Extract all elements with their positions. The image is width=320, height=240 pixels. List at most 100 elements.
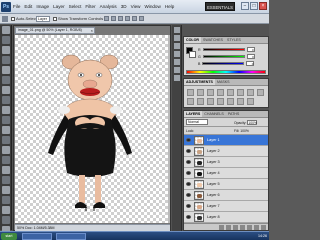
menu-edit[interactable]: Edit (24, 4, 32, 9)
visibility-eye-icon[interactable] (186, 171, 191, 175)
actions-panel-icon[interactable] (174, 35, 180, 41)
align-bottom-icon[interactable] (118, 16, 123, 21)
character-panel-icon[interactable] (174, 51, 180, 57)
history-panel-icon[interactable] (174, 27, 180, 33)
blue-value[interactable]: 0 (246, 61, 255, 66)
blue-slider[interactable] (202, 62, 245, 65)
tab-paths[interactable]: PATHS (226, 111, 241, 117)
layer-row[interactable]: Layer 1 (184, 135, 268, 146)
green-slider[interactable] (202, 55, 245, 58)
visibility-eye-icon[interactable] (186, 160, 191, 164)
tab-channels[interactable]: CHANNELS (202, 111, 226, 117)
background-chip[interactable] (189, 51, 196, 58)
layer-row[interactable]: Layer 4 (184, 168, 268, 179)
path-select-tool-icon[interactable] (2, 186, 10, 194)
history-brush-tool-icon[interactable] (2, 116, 10, 124)
menu-help[interactable]: Help (165, 4, 174, 9)
tab-layers[interactable]: LAYERS (184, 111, 203, 117)
channel-mixer-icon[interactable] (197, 98, 204, 105)
align-top-icon[interactable] (104, 16, 109, 21)
healing-brush-tool-icon[interactable] (2, 86, 10, 94)
hand-tool-icon[interactable] (2, 216, 10, 224)
menu-window[interactable]: Window (144, 4, 160, 9)
clone-stamp-tool-icon[interactable] (2, 106, 10, 114)
menu-file[interactable]: File (13, 4, 20, 9)
red-slider[interactable] (202, 48, 245, 51)
green-value[interactable]: 0 (246, 54, 255, 59)
layer-row[interactable]: Layer 7 (184, 201, 268, 212)
brightness-icon[interactable] (187, 89, 194, 96)
lasso-tool-icon[interactable] (2, 46, 10, 54)
transform-controls-checkbox[interactable] (53, 16, 57, 21)
3d-rotate-tool-icon[interactable] (2, 206, 10, 214)
layer-row[interactable]: Layer 3 (184, 157, 268, 168)
layer-row[interactable]: Layer 8 (184, 212, 268, 223)
blur-tool-icon[interactable] (2, 146, 10, 154)
workspace-switcher[interactable]: ESSENTIALS (205, 2, 235, 11)
layer-row[interactable]: Layer 2 (184, 146, 268, 157)
canvas[interactable] (15, 35, 170, 223)
align-center-icon[interactable] (132, 16, 137, 21)
vertical-scrollbar[interactable] (168, 35, 170, 223)
layer-style-icon[interactable] (226, 225, 231, 230)
posterize-icon[interactable] (217, 98, 224, 105)
trash-icon[interactable] (261, 225, 266, 230)
color-balance-icon[interactable] (247, 89, 254, 96)
maximize-button[interactable]: □ (250, 2, 258, 10)
eraser-tool-icon[interactable] (2, 126, 10, 134)
align-left-icon[interactable] (125, 16, 130, 21)
menu-layer[interactable]: Layer (53, 4, 65, 9)
tab-adjustments[interactable]: ADJUSTMENTS (184, 79, 215, 85)
shape-tool-icon[interactable] (2, 196, 10, 204)
menu-image[interactable]: Image (36, 4, 49, 9)
tab-color[interactable]: COLOR (184, 37, 201, 43)
auto-select-checkbox[interactable] (11, 16, 15, 21)
tab-swatches[interactable]: SWATCHES (201, 37, 225, 43)
menu-analysis[interactable]: Analysis (100, 4, 117, 9)
brush-tool-icon[interactable] (2, 96, 10, 104)
opacity-input[interactable]: 100% (247, 120, 258, 125)
menu-select[interactable]: Select (69, 4, 82, 9)
visibility-eye-icon[interactable] (186, 204, 191, 208)
visibility-eye-icon[interactable] (186, 193, 191, 197)
gradient-tool-icon[interactable] (2, 136, 10, 144)
new-group-icon[interactable] (247, 225, 252, 230)
black-white-icon[interactable] (257, 89, 264, 96)
menu-filter[interactable]: Filter (85, 4, 95, 9)
threshold-icon[interactable] (227, 98, 234, 105)
taskbar-item-photoshop[interactable] (22, 233, 52, 240)
layer-row[interactable]: Layer 6 (184, 190, 268, 201)
visibility-eye-icon[interactable] (186, 138, 191, 142)
visibility-eye-icon[interactable] (186, 215, 191, 219)
blend-mode-dropdown[interactable]: Normal (186, 119, 208, 125)
eyedropper-tool-icon[interactable] (2, 76, 10, 84)
levels-icon[interactable] (197, 89, 204, 96)
tab-styles[interactable]: STYLES (225, 37, 243, 43)
gradient-map-icon[interactable] (237, 98, 244, 105)
hue-saturation-icon[interactable] (237, 89, 244, 96)
document-tab[interactable]: image_01.png @ 50% (Layer 1, RGB/8) × (15, 27, 95, 34)
dodge-tool-icon[interactable] (2, 156, 10, 164)
minimize-button[interactable]: − (241, 2, 249, 10)
visibility-eye-icon[interactable] (186, 182, 191, 186)
fill-input[interactable]: 100% (240, 129, 249, 133)
curves-icon[interactable] (207, 89, 214, 96)
crop-tool-icon[interactable] (2, 66, 10, 74)
navigator-panel-icon[interactable] (174, 67, 180, 73)
selective-color-icon[interactable] (247, 98, 254, 105)
start-button[interactable]: start (1, 233, 17, 240)
photo-filter-icon[interactable] (187, 98, 194, 105)
adjustment-layer-icon[interactable] (240, 225, 245, 230)
red-value[interactable]: 0 (246, 47, 255, 52)
type-tool-icon[interactable] (2, 176, 10, 184)
info-panel-icon[interactable] (174, 75, 180, 81)
tab-masks[interactable]: MASKS (215, 79, 232, 85)
move-tool-icon[interactable] (2, 16, 8, 22)
close-button[interactable]: × (259, 2, 267, 10)
link-layers-icon[interactable] (219, 225, 224, 230)
add-mask-icon[interactable] (233, 225, 238, 230)
layer-row[interactable]: Layer 5 (184, 179, 268, 190)
align-right-icon[interactable] (139, 16, 144, 21)
visibility-eye-icon[interactable] (186, 149, 191, 153)
marquee-tool-icon[interactable] (2, 36, 10, 44)
